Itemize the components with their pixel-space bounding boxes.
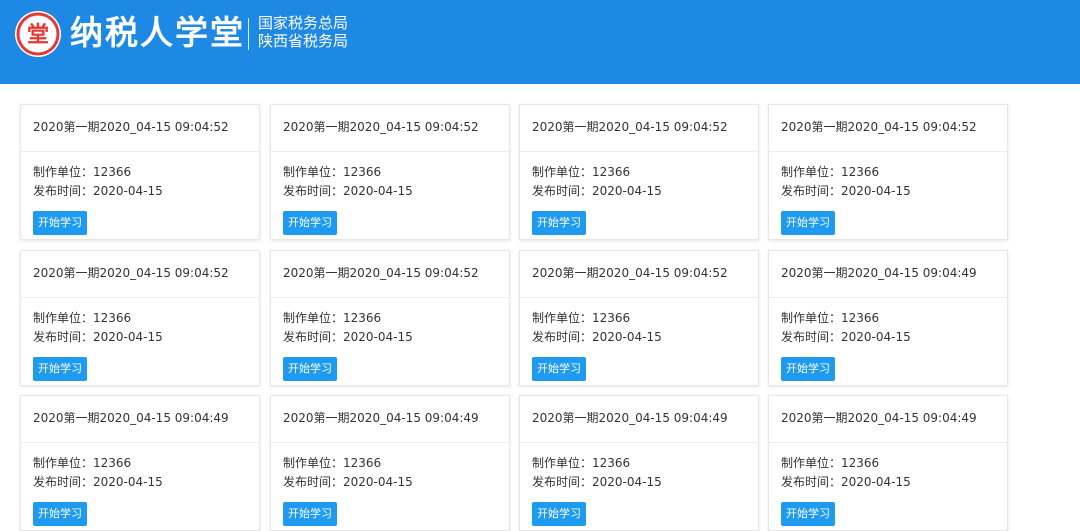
card-publish-date: 发布时间：2020-04-15 [781, 330, 911, 344]
site-header: 堂 纳税人学堂 国家税务总局 陕西省税务局 [0, 0, 1080, 84]
course-card: 2020第一期2020_04-15 09:04:52 制作单位：12366 发布时间… [519, 104, 759, 240]
card-publish-date: 发布时间：2020-04-15 [33, 330, 163, 344]
card-publish-date: 发布时间：2020-04-15 [532, 330, 662, 344]
brand-title: 纳税人学堂 [70, 13, 245, 52]
card-title: 2020第一期2020_04-15 09:04:52 [33, 120, 229, 134]
card-divider [271, 297, 509, 298]
card-publish-date: 发布时间：2020-04-15 [283, 184, 413, 198]
card-divider [271, 442, 509, 443]
card-producer: 制作单位：12366 [283, 456, 382, 470]
card-publish-date: 发布时间：2020-04-15 [283, 330, 413, 344]
org-line-1: 国家税务总局 [258, 14, 349, 32]
course-card: 2020第一期2020_04-15 09:04:49 制作单位：12366 发布时间… [519, 395, 759, 531]
card-divider [21, 442, 259, 443]
course-card: 2020第一期2020_04-15 09:04:49 制作单位：12366 发布时间… [768, 395, 1008, 531]
card-publish-date: 发布时间：2020-04-15 [781, 184, 911, 198]
card-publish-date: 发布时间：2020-04-15 [532, 475, 662, 489]
course-card: 2020第一期2020_04-15 09:04:49 制作单位：12366 发布时间… [270, 395, 510, 531]
card-producer: 制作单位：12366 [781, 456, 880, 470]
card-title: 2020第一期2020_04-15 09:04:49 [283, 411, 479, 425]
start-learning-button[interactable]: 开始学习 [33, 211, 87, 235]
card-divider [520, 297, 758, 298]
card-divider [271, 151, 509, 152]
start-learning-button[interactable]: 开始学习 [283, 357, 337, 381]
card-producer: 制作单位：12366 [532, 311, 631, 325]
card-producer: 制作单位：12366 [33, 311, 132, 325]
card-title: 2020第一期2020_04-15 09:04:49 [781, 411, 977, 425]
org-line-2: 陕西省税务局 [258, 32, 349, 50]
logo-seal-icon: 堂 [15, 11, 61, 57]
card-producer: 制作单位：12366 [532, 456, 631, 470]
org-name: 国家税务总局 陕西省税务局 [258, 14, 348, 50]
card-title: 2020第一期2020_04-15 09:04:52 [283, 120, 479, 134]
card-divider [769, 151, 1007, 152]
card-divider [769, 297, 1007, 298]
card-title: 2020第一期2020_04-15 09:04:52 [532, 120, 728, 134]
card-title: 2020第一期2020_04-15 09:04:52 [283, 266, 479, 280]
card-publish-date: 发布时间：2020-04-15 [33, 475, 163, 489]
card-producer: 制作单位：12366 [33, 456, 132, 470]
start-learning-button[interactable]: 开始学习 [283, 211, 337, 235]
card-producer: 制作单位：12366 [781, 311, 880, 325]
course-card: 2020第一期2020_04-15 09:04:52 制作单位：12366 发布时间… [20, 250, 260, 386]
start-learning-button[interactable]: 开始学习 [781, 502, 835, 526]
start-learning-button[interactable]: 开始学习 [781, 357, 835, 381]
card-producer: 制作单位：12366 [33, 165, 132, 179]
logo-char: 堂 [27, 23, 49, 48]
course-card: 2020第一期2020_04-15 09:04:52 制作单位：12366 发布时间… [270, 104, 510, 240]
card-divider [769, 442, 1007, 443]
start-learning-button[interactable]: 开始学习 [283, 502, 337, 526]
course-card: 2020第一期2020_04-15 09:04:52 制作单位：12366 发布时间… [270, 250, 510, 386]
card-divider [520, 442, 758, 443]
card-publish-date: 发布时间：2020-04-15 [532, 184, 662, 198]
card-divider [520, 151, 758, 152]
card-producer: 制作单位：12366 [532, 165, 631, 179]
card-divider [21, 151, 259, 152]
card-title: 2020第一期2020_04-15 09:04:52 [33, 266, 229, 280]
card-divider [21, 297, 259, 298]
start-learning-button[interactable]: 开始学习 [532, 502, 586, 526]
card-publish-date: 发布时间：2020-04-15 [781, 475, 911, 489]
start-learning-button[interactable]: 开始学习 [532, 357, 586, 381]
start-learning-button[interactable]: 开始学习 [781, 211, 835, 235]
course-card: 2020第一期2020_04-15 09:04:52 制作单位：12366 发布时间… [20, 104, 260, 240]
header-divider [248, 18, 249, 50]
card-publish-date: 发布时间：2020-04-15 [283, 475, 413, 489]
course-card: 2020第一期2020_04-15 09:04:49 制作单位：12366 发布时间… [20, 395, 260, 531]
course-card: 2020第一期2020_04-15 09:04:52 制作单位：12366 发布时间… [768, 104, 1008, 240]
start-learning-button[interactable]: 开始学习 [33, 357, 87, 381]
card-producer: 制作单位：12366 [781, 165, 880, 179]
start-learning-button[interactable]: 开始学习 [532, 211, 586, 235]
card-publish-date: 发布时间：2020-04-15 [33, 184, 163, 198]
card-title: 2020第一期2020_04-15 09:04:52 [781, 120, 977, 134]
card-producer: 制作单位：12366 [283, 311, 382, 325]
course-card: 2020第一期2020_04-15 09:04:52 制作单位：12366 发布时间… [519, 250, 759, 386]
card-title: 2020第一期2020_04-15 09:04:49 [33, 411, 229, 425]
start-learning-button[interactable]: 开始学习 [33, 502, 87, 526]
course-card: 2020第一期2020_04-15 09:04:49 制作单位：12366 发布时间… [768, 250, 1008, 386]
card-title: 2020第一期2020_04-15 09:04:49 [781, 266, 977, 280]
card-title: 2020第一期2020_04-15 09:04:49 [532, 411, 728, 425]
card-producer: 制作单位：12366 [283, 165, 382, 179]
card-title: 2020第一期2020_04-15 09:04:52 [532, 266, 728, 280]
